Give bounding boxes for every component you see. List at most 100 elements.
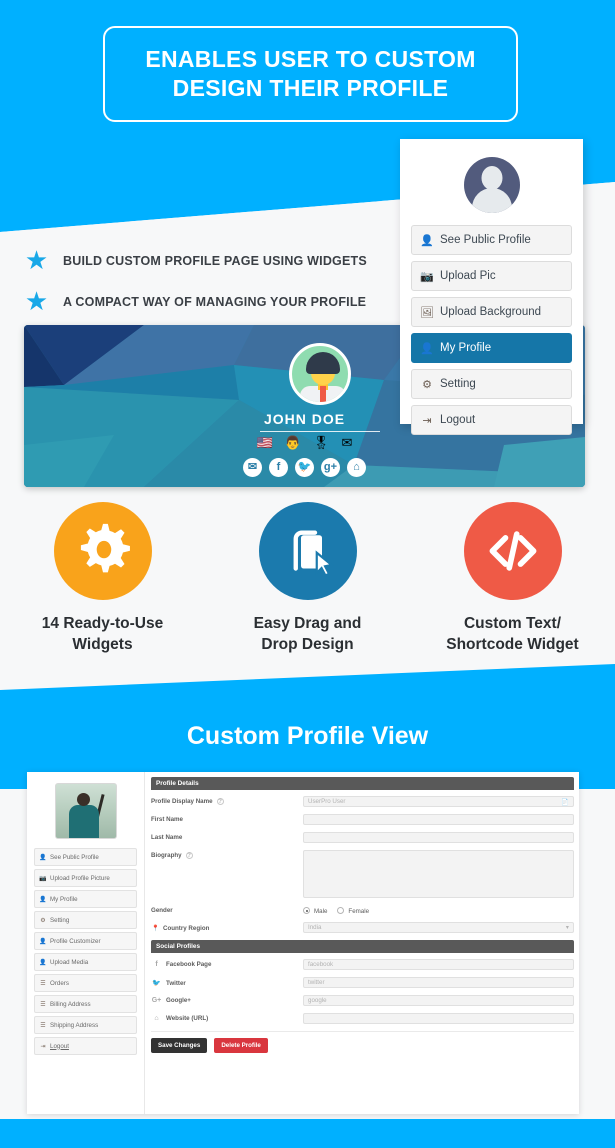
field-twitter: 🐦 Twitter twitter: [151, 977, 574, 988]
user-icon: 👤: [420, 234, 434, 247]
list-icon: ☰: [40, 1001, 46, 1008]
feature-shortcode: Custom Text/ Shortcode Widget: [410, 502, 615, 656]
hero-line-2: DESIGN THEIR PROFILE: [172, 75, 449, 101]
select-value: India: [308, 924, 322, 931]
sidebar-item-logout[interactable]: ⇥ Logout: [34, 1037, 137, 1055]
radio-icon: [337, 907, 345, 914]
user-icon: 👤: [420, 342, 434, 355]
radio-male[interactable]: Male: [303, 907, 327, 915]
website-input[interactable]: [303, 1013, 574, 1024]
menu-item-label: See Public Profile: [440, 234, 531, 246]
profile-details-header: Profile Details: [151, 777, 574, 790]
field-label: First Name: [151, 816, 183, 823]
twitter-input[interactable]: twitter: [303, 977, 574, 988]
flag-icon: 🇺🇸: [256, 435, 273, 450]
sidebar-item-setting[interactable]: ⚙ Setting: [34, 911, 137, 929]
save-changes-button[interactable]: Save Changes: [151, 1038, 208, 1053]
menu-item-setting[interactable]: ⚙ Setting: [411, 369, 572, 399]
twitter-icon[interactable]: 🐦: [295, 458, 314, 477]
sidebar-item-label: See Public Profile: [50, 853, 99, 861]
sidebar-item-label: Billing Address: [50, 1000, 91, 1008]
facebook-input[interactable]: facebook: [303, 959, 574, 970]
field-label: Biography ?: [151, 852, 193, 859]
delete-profile-button[interactable]: Delete Profile: [214, 1038, 268, 1053]
field-label: G+ Google+: [151, 997, 191, 1004]
first-name-input[interactable]: [303, 814, 574, 825]
sidebar-item-label: Upload Profile Picture: [50, 874, 110, 882]
person-icon: 👨: [284, 435, 301, 450]
feature-label-line2: Widgets: [72, 635, 133, 653]
help-icon[interactable]: ?: [216, 798, 224, 805]
sidebar-item-shipping-address[interactable]: ☰ Shipping Address: [34, 1016, 137, 1034]
banner-badge-row: 🇺🇸 👨 🎖 ✉: [24, 435, 585, 451]
sidebar-item-profile-customizer[interactable]: 👤 Profile Customizer: [34, 932, 137, 950]
chevron-down-icon: ▾: [565, 924, 569, 931]
feature-label: Easy Drag and Drop Design: [205, 614, 410, 656]
star-icon: ★: [24, 245, 49, 275]
last-name-input[interactable]: [303, 832, 574, 843]
menu-item-see-public-profile[interactable]: 👤 See Public Profile: [411, 225, 572, 255]
footer-blue-band: [0, 1119, 615, 1148]
bullet-label: A COMPACT WAY OF MANAGING YOUR PROFILE: [63, 294, 367, 309]
sidebar-item-billing-address[interactable]: ☰ Billing Address: [34, 995, 137, 1013]
menu-item-my-profile[interactable]: 👤 My Profile: [411, 333, 572, 363]
field-facebook-page: f Facebook Page facebook: [151, 959, 574, 970]
field-label: 📍 Country Region: [151, 924, 210, 933]
input-placeholder: twitter: [308, 979, 325, 986]
field-label: ⌂ Website (URL): [151, 1013, 303, 1022]
menu-item-label: Setting: [440, 378, 476, 390]
screenshot-main: Profile Details Profile Display Name ? U…: [145, 772, 579, 1114]
hero-headline-box: ENABLES USER TO CUSTOM DESIGN THEIR PROF…: [103, 26, 518, 122]
promo-page: ENABLES USER TO CUSTOM DESIGN THEIR PROF…: [0, 0, 615, 1148]
googleplus-icon: G+: [151, 997, 162, 1004]
facebook-icon[interactable]: f: [269, 458, 288, 477]
field-label: Gender: [151, 907, 173, 914]
list-icon: ☰: [40, 1022, 46, 1029]
field-gender: Gender Male Female: [151, 905, 574, 915]
feature-highlights: 14 Ready-to-Use Widgets Easy Drag and Dr…: [0, 502, 615, 656]
camera-icon: 📷: [420, 270, 434, 283]
star-icon: ★: [24, 286, 49, 316]
list-icon: ☰: [40, 980, 46, 987]
sidebar-item-upload-profile-picture[interactable]: 📷 Upload Profile Picture: [34, 869, 137, 887]
id-card-icon: 📄: [561, 798, 569, 806]
profile-display-name-input[interactable]: UserPro User 📄: [303, 796, 574, 807]
help-icon[interactable]: ?: [185, 852, 193, 859]
sidebar-item-see-public-profile[interactable]: 👤 See Public Profile: [34, 848, 137, 866]
menu-item-upload-background[interactable]: 🖼 Upload Background: [411, 297, 572, 327]
feature-label-line1: Easy Drag and: [253, 615, 362, 632]
radio-female[interactable]: Female: [337, 907, 369, 915]
sidebar-item-label: My Profile: [50, 895, 78, 903]
feature-label-line1: Custom Text/: [463, 615, 562, 632]
field-googleplus: G+ Google+ google: [151, 995, 574, 1006]
menu-item-upload-pic[interactable]: 📷 Upload Pic: [411, 261, 572, 291]
bullet-label: BUILD CUSTOM PROFILE PAGE USING WIDGETS: [63, 253, 367, 268]
gear-icon: ⚙: [40, 917, 46, 924]
country-region-select[interactable]: India ▾: [303, 922, 574, 933]
input-placeholder: google: [308, 997, 327, 1004]
gear-icon: [53, 502, 152, 600]
googleplus-input[interactable]: google: [303, 995, 574, 1006]
email-icon[interactable]: ✉: [243, 458, 262, 477]
map-pin-icon: 📍: [151, 925, 160, 932]
feature-label-line1: 14 Ready-to-Use: [41, 615, 164, 632]
sidebar-item-my-profile[interactable]: 👤 My Profile: [34, 890, 137, 908]
menu-item-logout[interactable]: ⇥ Logout: [411, 405, 572, 435]
home-icon[interactable]: ⌂: [347, 458, 366, 477]
facebook-icon: f: [155, 961, 158, 968]
field-first-name: First Name: [151, 814, 574, 825]
field-country-region: 📍 Country Region India ▾: [151, 922, 574, 933]
profile-menu-panel: 👤 See Public Profile 📷 Upload Pic 🖼 Uplo…: [400, 139, 583, 435]
camera-icon: 📷: [39, 875, 47, 882]
sidebar-item-upload-media[interactable]: 👤 Upload Media: [34, 953, 137, 971]
menu-item-label: Upload Pic: [440, 270, 496, 282]
biography-textarea[interactable]: [303, 850, 574, 898]
sidebar-item-orders[interactable]: ☰ Orders: [34, 974, 137, 992]
drag-drop-icon: [258, 502, 357, 600]
image-icon: 🖼: [420, 306, 434, 319]
gear-icon: ⚙: [422, 378, 432, 391]
field-label: 🐦 Twitter: [152, 979, 186, 988]
googleplus-icon[interactable]: g+: [321, 458, 340, 477]
award-icon: 🎖: [312, 435, 330, 450]
field-label: Last Name: [151, 834, 183, 841]
